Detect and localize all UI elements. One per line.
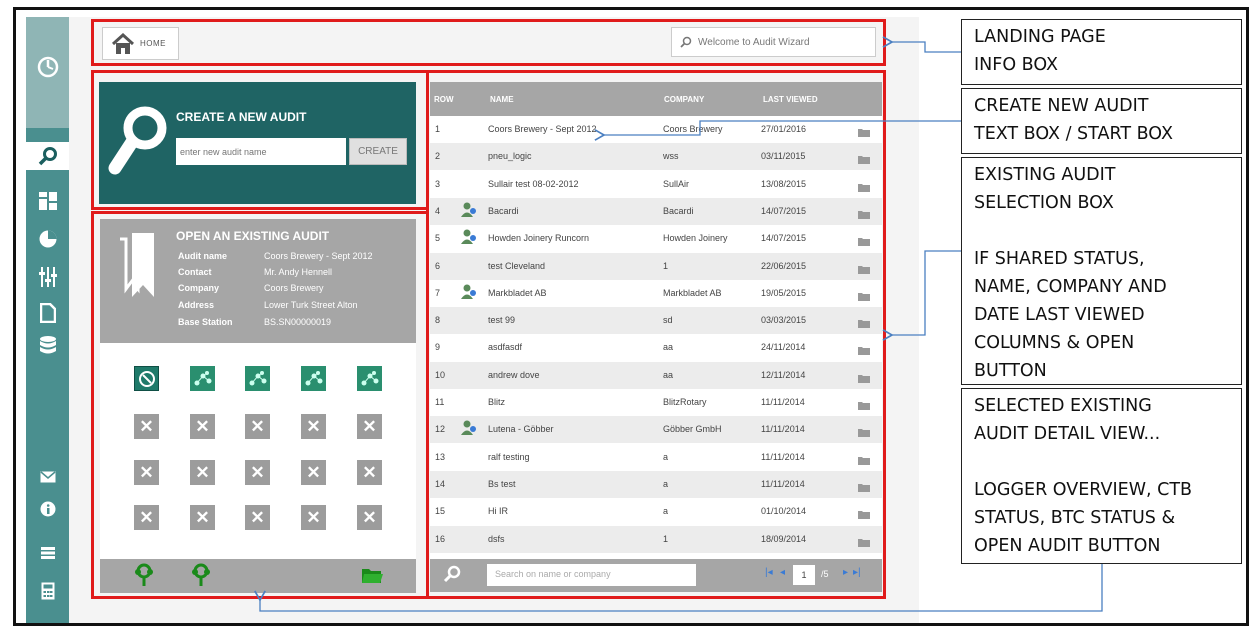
- annotation-connectors: [254, 36, 1103, 612]
